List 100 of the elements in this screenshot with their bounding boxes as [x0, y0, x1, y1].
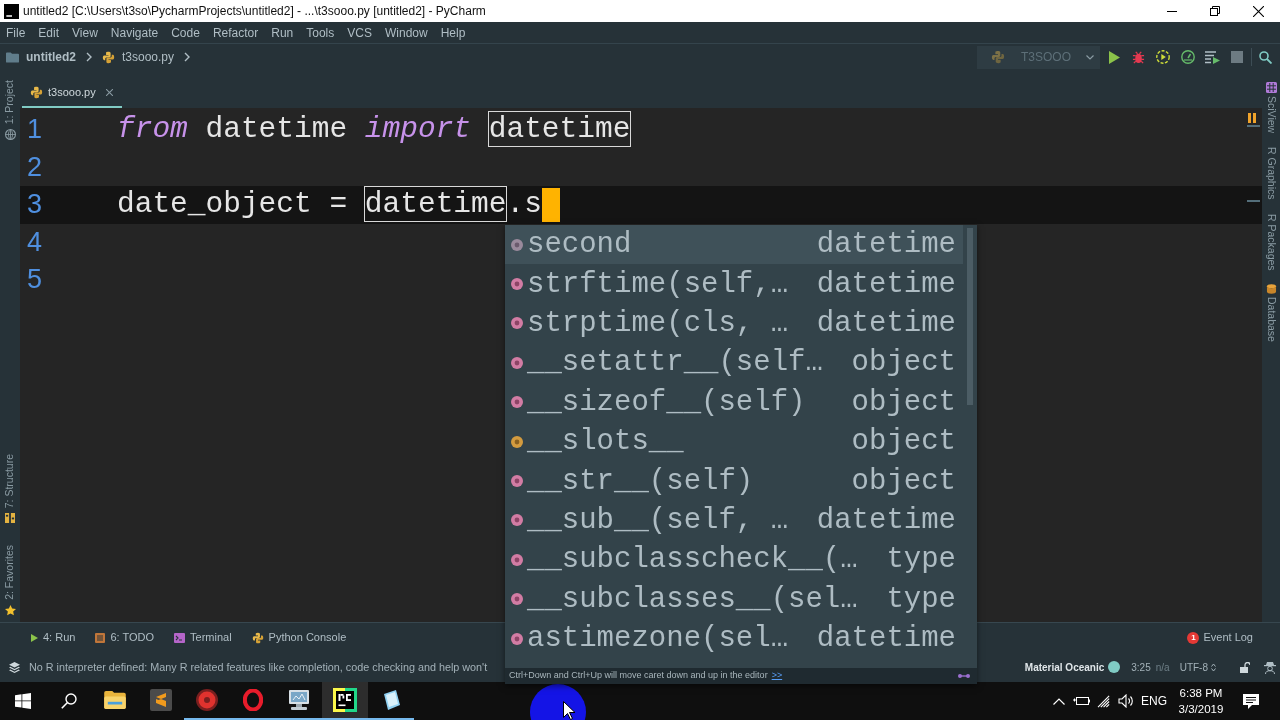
message-icon — [1243, 693, 1259, 709]
completion-name: __setattr__(self… — [527, 348, 823, 378]
stripe-mark — [1247, 200, 1260, 202]
speaker-icon[interactable] — [1118, 694, 1134, 708]
menu-item[interactable]: Refactor — [212, 23, 259, 42]
search-icon[interactable] — [1258, 50, 1272, 64]
completion-item[interactable]: second datetime — [505, 225, 963, 265]
method-icon — [511, 278, 523, 291]
person-icon[interactable] — [1264, 660, 1276, 674]
blocks-icon — [5, 513, 15, 524]
clock[interactable]: 6:38 PM 3/3/2019 — [1171, 682, 1231, 720]
completion-type: object — [851, 427, 956, 457]
coverage-icon[interactable] — [1156, 50, 1171, 64]
menu-item[interactable]: Code — [171, 23, 200, 42]
close-icon[interactable] — [105, 88, 113, 96]
completion-item[interactable]: __subclasscheck__(… type — [505, 540, 963, 580]
encoding-selector[interactable]: UTF-8 — [1179, 659, 1216, 675]
layers-icon — [9, 661, 20, 673]
line-number: 1 — [26, 116, 44, 144]
battery-icon[interactable] — [1073, 696, 1090, 706]
tool-window-button[interactable]: R Packages — [1263, 213, 1279, 271]
monitor-icon — [287, 689, 311, 711]
clock-time: 6:38 PM — [1179, 686, 1223, 701]
star-icon — [4, 605, 16, 616]
completion-item[interactable]: strptime(cls, … datetime — [505, 303, 963, 344]
method-icon — [511, 514, 523, 527]
hint-link[interactable]: >> — [771, 669, 783, 683]
tool-window-button[interactable]: Terminal — [174, 629, 232, 646]
pause-icon — [1248, 113, 1256, 123]
completion-type: object — [851, 387, 956, 417]
count-badge: 1 — [1187, 631, 1200, 644]
lock-icon[interactable] — [1240, 661, 1250, 673]
caret-position[interactable]: 3:25 — [1131, 659, 1151, 675]
tool-window-button[interactable]: 4: Run — [31, 629, 76, 646]
completion-name: __sub__(self, … — [527, 505, 789, 535]
globe-icon — [4, 129, 16, 141]
python-icon — [251, 631, 264, 644]
python-icon — [30, 85, 43, 99]
tool-window-button[interactable]: 6: TODO — [95, 629, 155, 646]
grid-icon — [1265, 82, 1277, 93]
breadcrumb[interactable]: untitled2 — [6, 48, 76, 66]
tool-window-button[interactable]: 7: Structure — [2, 453, 18, 524]
completion-type: type — [886, 584, 956, 614]
play-icon[interactable] — [1108, 50, 1120, 64]
stripe-mark — [1247, 125, 1260, 127]
taskbar-app[interactable] — [322, 682, 368, 720]
menu-item[interactable]: Run — [271, 23, 294, 42]
line-number: 2 — [26, 153, 44, 181]
menu-item[interactable]: View — [72, 23, 98, 42]
tool-window-button[interactable]: 1: Project — [2, 80, 18, 141]
line-number: 4 — [26, 228, 44, 256]
completion-name: __slots__ — [527, 427, 684, 457]
completion-type: object — [851, 348, 956, 378]
property-icon — [511, 238, 523, 251]
completion-item[interactable]: __sub__(self, … datetime — [505, 500, 963, 541]
disc-icon — [196, 689, 218, 711]
wifi-icon[interactable] — [1096, 694, 1112, 708]
method-icon — [511, 553, 523, 566]
completion-item[interactable]: __setattr__(self… object — [505, 343, 963, 383]
event-log-button[interactable]: 1 Event Log — [1187, 629, 1253, 646]
completion-name: __str__(self) — [527, 466, 754, 496]
run-list-icon[interactable] — [1204, 50, 1220, 64]
menu-item[interactable]: VCS — [347, 23, 372, 42]
completion-item[interactable]: astimezone(sel… datetime — [505, 618, 963, 659]
tool-window-button[interactable]: SciView — [1263, 82, 1279, 134]
menu-item[interactable]: Edit — [38, 23, 60, 42]
gauge-icon[interactable] — [1180, 50, 1195, 64]
status-message: No R interpreter defined: Many R related features like completion, code checking and help won't — [29, 659, 488, 675]
input-language[interactable]: ENG — [1137, 682, 1171, 720]
completion-item[interactable]: __sizeof__(self) object — [505, 382, 963, 422]
completion-item[interactable]: strftime(self,… datetime — [505, 264, 963, 304]
completion-item[interactable]: __str__(self) object — [505, 461, 963, 501]
menu-item[interactable]: Navigate — [110, 23, 159, 42]
completion-item[interactable]: __subclasses__(sel… type — [505, 579, 963, 619]
menu-item[interactable]: Window — [384, 23, 428, 42]
method-icon — [511, 356, 523, 369]
completion-type: datetime — [816, 308, 956, 338]
line-separator[interactable]: n/a — [1155, 659, 1170, 675]
tool-window-button[interactable]: 2: Favorites — [2, 545, 18, 616]
method-icon — [511, 317, 523, 330]
tool-window-button[interactable]: Database — [1263, 284, 1279, 343]
tool-window-button[interactable]: Python Console — [251, 629, 347, 646]
bug-icon[interactable] — [1132, 50, 1146, 64]
stop-icon[interactable] — [1230, 51, 1243, 63]
method-icon — [511, 396, 523, 409]
method-icon — [511, 632, 523, 645]
window-panes-icon — [15, 693, 31, 709]
breadcrumb[interactable]: t3sooo.py — [102, 48, 175, 66]
completion-type: datetime — [816, 624, 956, 654]
menu-item[interactable]: File — [6, 23, 26, 42]
hint-text: Ctrl+Down and Ctrl+Up will move caret down and up in the editor — [509, 669, 768, 683]
python-icon — [991, 50, 1005, 64]
chevron-up-icon — [1053, 697, 1065, 705]
tool-window-button[interactable]: R Graphics — [1263, 147, 1279, 200]
up-down-icon — [1211, 662, 1216, 672]
completion-item[interactable]: __slots__ object — [505, 421, 963, 462]
menu-item[interactable]: Tools — [306, 23, 335, 42]
chevron-right-icon — [86, 52, 92, 62]
completion-name: strptime(cls, … — [527, 308, 789, 338]
menu-item[interactable]: Help — [440, 23, 466, 42]
